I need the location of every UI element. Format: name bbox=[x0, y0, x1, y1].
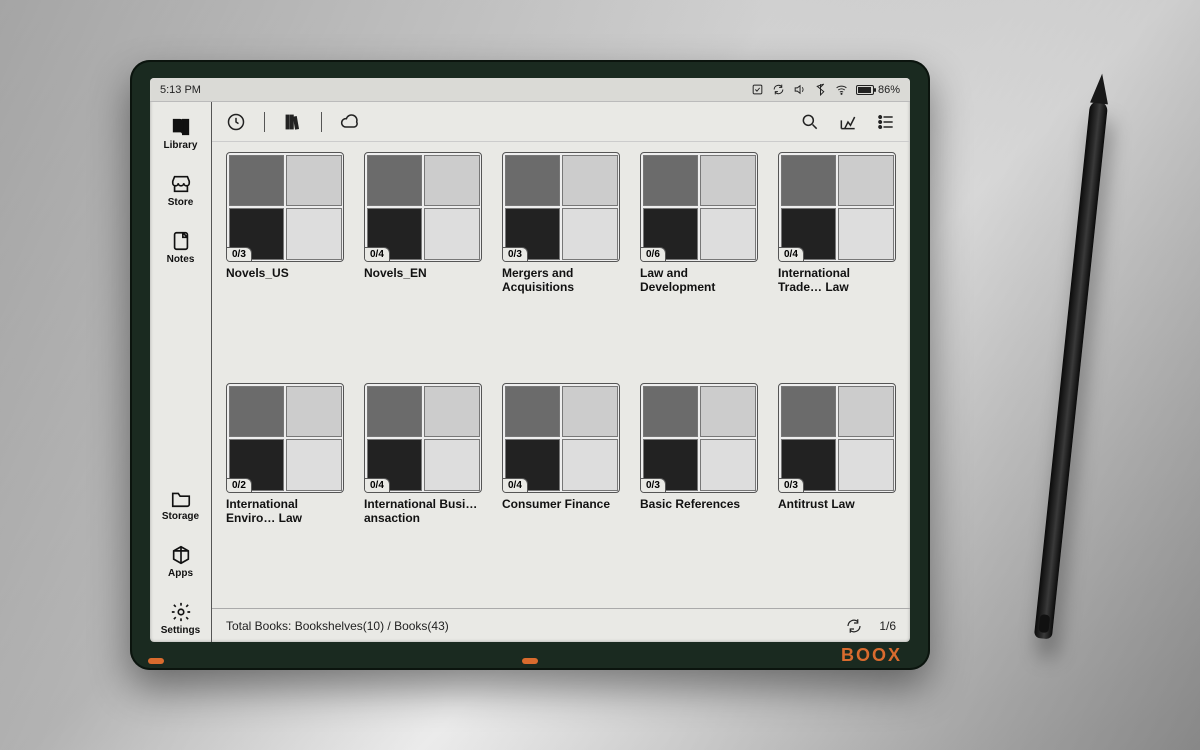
cloud-icon[interactable] bbox=[340, 112, 360, 132]
library-toolbar bbox=[212, 102, 910, 142]
shelf-item[interactable]: 0/3 Basic References bbox=[640, 383, 758, 604]
shelf-read-badge: 0/3 bbox=[227, 247, 252, 261]
screenshot-icon bbox=[751, 83, 764, 96]
stylus-pen bbox=[1034, 101, 1108, 640]
shelf-title: Mergers and Acquisitions bbox=[502, 266, 620, 296]
shelf-cover[interactable]: 0/4 bbox=[364, 383, 482, 493]
shelf-item[interactable]: 0/3 Mergers and Acquisitions bbox=[502, 152, 620, 373]
toolbar-separator bbox=[264, 112, 265, 132]
store-icon bbox=[170, 173, 192, 195]
shelf-item[interactable]: 0/4 Novels_EN bbox=[364, 152, 482, 373]
tablet-device: 5:13 PM 86% Library bbox=[130, 60, 930, 670]
screen: 5:13 PM 86% Library bbox=[150, 78, 910, 642]
device-brand: BOOX bbox=[841, 645, 902, 666]
page-indicator: 1/6 bbox=[879, 619, 896, 633]
shelf-item[interactable]: 0/3 Novels_US bbox=[226, 152, 344, 373]
sidebar-item-notes[interactable]: Notes bbox=[150, 224, 211, 271]
device-accent bbox=[148, 658, 164, 664]
shelf-read-badge: 0/3 bbox=[779, 478, 804, 492]
refresh-icon bbox=[772, 83, 785, 96]
sidebar-item-label: Settings bbox=[161, 625, 200, 636]
apps-icon bbox=[170, 544, 192, 566]
notes-icon bbox=[170, 230, 192, 252]
shelf-cover[interactable]: 0/3 bbox=[502, 152, 620, 262]
sidebar-item-label: Storage bbox=[162, 511, 199, 522]
shelf-title: Basic References bbox=[640, 497, 758, 527]
shelf-read-badge: 0/4 bbox=[365, 478, 390, 492]
sidebar-item-label: Apps bbox=[168, 568, 193, 579]
shelf-item[interactable]: 0/4 International Trade… Law bbox=[778, 152, 896, 373]
shelf-read-badge: 0/4 bbox=[365, 247, 390, 261]
shelf-title: Consumer Finance bbox=[502, 497, 620, 527]
sidebar-item-storage[interactable]: Storage bbox=[150, 481, 211, 528]
shelf-title: Law and Development bbox=[640, 266, 758, 296]
shelf-title: International Trade… Law bbox=[778, 266, 896, 296]
shelf-item[interactable]: 0/3 Antitrust Law bbox=[778, 383, 896, 604]
shelf-cover[interactable]: 0/4 bbox=[364, 152, 482, 262]
shelf-cover[interactable]: 0/3 bbox=[226, 152, 344, 262]
recent-icon[interactable] bbox=[226, 112, 246, 132]
shelf-read-badge: 0/6 bbox=[641, 247, 666, 261]
shelf-cover[interactable]: 0/6 bbox=[640, 152, 758, 262]
shelf-read-badge: 0/4 bbox=[503, 478, 528, 492]
shelf-title: Novels_US bbox=[226, 266, 344, 296]
menu-icon[interactable] bbox=[876, 112, 896, 132]
shelf-cover[interactable]: 0/3 bbox=[640, 383, 758, 493]
shelf-read-badge: 0/3 bbox=[503, 247, 528, 261]
sidebar-item-store[interactable]: Store bbox=[150, 167, 211, 214]
sync-icon[interactable] bbox=[845, 617, 863, 635]
shelf-cover[interactable]: 0/4 bbox=[778, 152, 896, 262]
stats-icon[interactable] bbox=[838, 112, 858, 132]
search-icon[interactable] bbox=[800, 112, 820, 132]
shelf-item[interactable]: 0/4 Consumer Finance bbox=[502, 383, 620, 604]
shelf-read-badge: 0/2 bbox=[227, 478, 252, 492]
status-bar: 5:13 PM 86% bbox=[150, 78, 910, 102]
sidebar-item-label: Store bbox=[168, 197, 194, 208]
sidebar-item-settings[interactable]: Settings bbox=[150, 595, 211, 642]
device-accent bbox=[522, 658, 538, 664]
main-panel: 0/3 Novels_US 0/4 Novels_EN 0/3 Mergers and A… bbox=[212, 102, 910, 642]
wifi-icon bbox=[835, 83, 848, 96]
shelf-item[interactable]: 0/4 International Busi…ansaction bbox=[364, 383, 482, 604]
sidebar-item-label: Notes bbox=[167, 254, 195, 265]
shelf-read-badge: 0/3 bbox=[641, 478, 666, 492]
status-icons: 86% bbox=[751, 83, 900, 96]
sidebar-item-label: Library bbox=[164, 140, 198, 151]
sidebar: Library Store Notes Storage Apps bbox=[150, 102, 212, 642]
sidebar-item-apps[interactable]: Apps bbox=[150, 538, 211, 585]
toolbar-separator bbox=[321, 112, 322, 132]
bookshelf-icon[interactable] bbox=[283, 112, 303, 132]
bookshelf-grid: 0/3 Novels_US 0/4 Novels_EN 0/3 Mergers and A… bbox=[212, 142, 910, 608]
shelf-title: International Enviro… Law bbox=[226, 497, 344, 527]
bluetooth-icon bbox=[814, 83, 827, 96]
shelf-cover[interactable]: 0/2 bbox=[226, 383, 344, 493]
shelf-cover[interactable]: 0/3 bbox=[778, 383, 896, 493]
clock: 5:13 PM bbox=[160, 84, 201, 96]
shelf-item[interactable]: 0/6 Law and Development bbox=[640, 152, 758, 373]
gear-icon bbox=[170, 601, 192, 623]
sidebar-item-library[interactable]: Library bbox=[150, 110, 211, 157]
shelf-title: Novels_EN bbox=[364, 266, 482, 296]
book-icon bbox=[170, 116, 192, 138]
shelf-cover[interactable]: 0/4 bbox=[502, 383, 620, 493]
library-footer: Total Books: Bookshelves(10) / Books(43)… bbox=[212, 608, 910, 642]
shelf-title: International Busi…ansaction bbox=[364, 497, 482, 527]
folder-icon bbox=[170, 487, 192, 509]
footer-summary: Total Books: Bookshelves(10) / Books(43) bbox=[226, 619, 449, 633]
shelf-item[interactable]: 0/2 International Enviro… Law bbox=[226, 383, 344, 604]
shelf-title: Antitrust Law bbox=[778, 497, 896, 527]
battery-percent: 86% bbox=[878, 84, 900, 96]
battery-indicator: 86% bbox=[856, 84, 900, 96]
shelf-read-badge: 0/4 bbox=[779, 247, 804, 261]
volume-icon bbox=[793, 83, 806, 96]
